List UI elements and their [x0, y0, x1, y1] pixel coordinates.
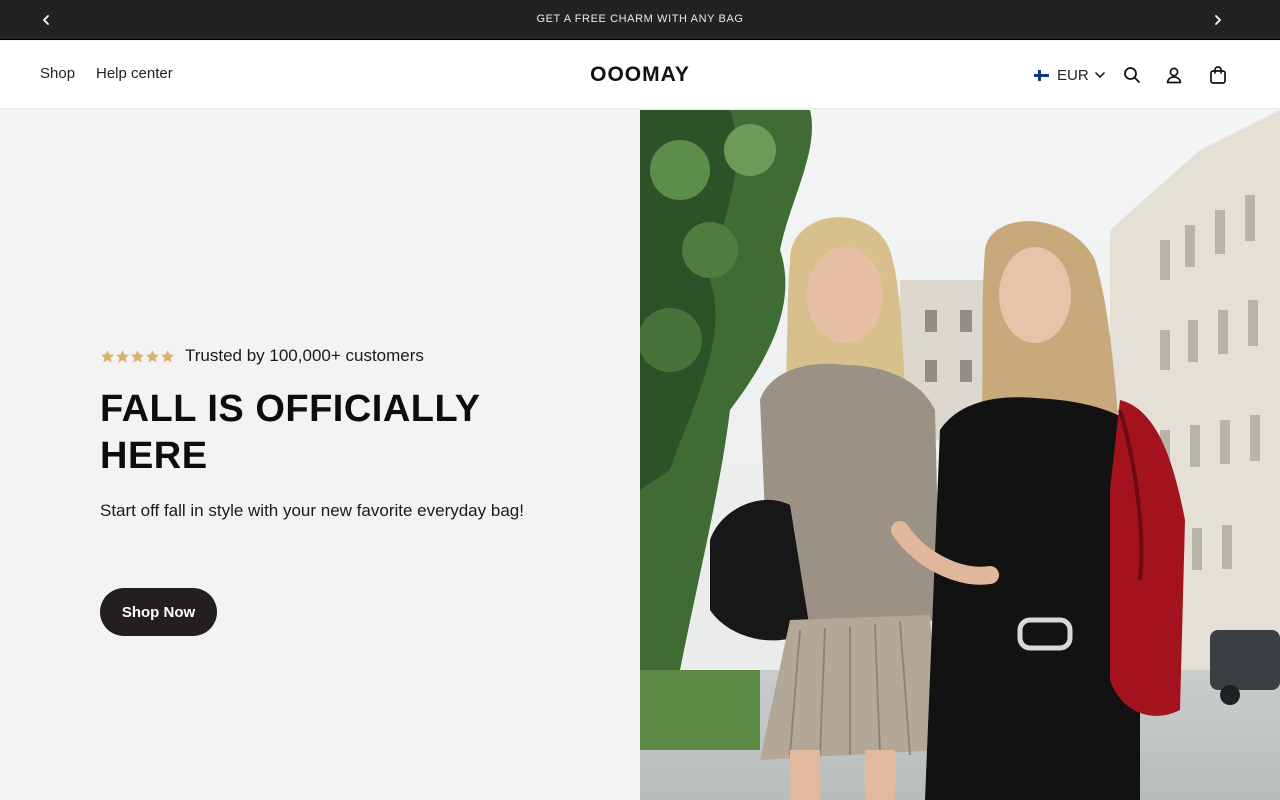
hero-subtext: Start off fall in style with your new fa…	[100, 501, 524, 520]
star-icon	[130, 349, 145, 362]
star-icon	[115, 349, 130, 362]
star-icon	[100, 349, 115, 362]
chevron-down-icon	[1094, 69, 1106, 81]
shopping-bag-icon	[1210, 66, 1226, 84]
trust-text: Trusted by 100,000+ customers	[185, 346, 424, 365]
announcement-text: GET A FREE CHARM WITH ANY BAG	[536, 13, 744, 25]
announcement-next-button[interactable]	[1208, 10, 1228, 30]
rating-stars	[100, 349, 175, 364]
hero-photo	[640, 110, 1280, 800]
search-icon	[1124, 67, 1140, 83]
currency-label: EUR	[1057, 66, 1089, 84]
cart-button[interactable]	[1207, 64, 1229, 86]
hero-image	[640, 110, 1280, 800]
star-icon	[145, 349, 160, 362]
site-header: Shop Help center OOOMAY EUR	[0, 41, 1280, 109]
account-button[interactable]	[1163, 64, 1185, 86]
star-icon	[160, 349, 175, 362]
currency-selector[interactable]: EUR	[1034, 65, 1106, 85]
account-icon	[1166, 67, 1182, 84]
announcement-bar: GET A FREE CHARM WITH ANY BAG	[0, 0, 1280, 40]
rating: Trusted by 100,000+ customers	[100, 346, 424, 366]
search-button[interactable]	[1121, 64, 1143, 86]
chevron-right-icon	[1215, 15, 1221, 25]
shop-now-button[interactable]: Shop Now	[100, 588, 217, 636]
hero-content: Trusted by 100,000+ customers FALL IS OF…	[0, 110, 640, 800]
hero-headline: FALL IS OFFICIALLY HERE	[100, 388, 480, 477]
finland-flag-icon	[1034, 69, 1049, 81]
